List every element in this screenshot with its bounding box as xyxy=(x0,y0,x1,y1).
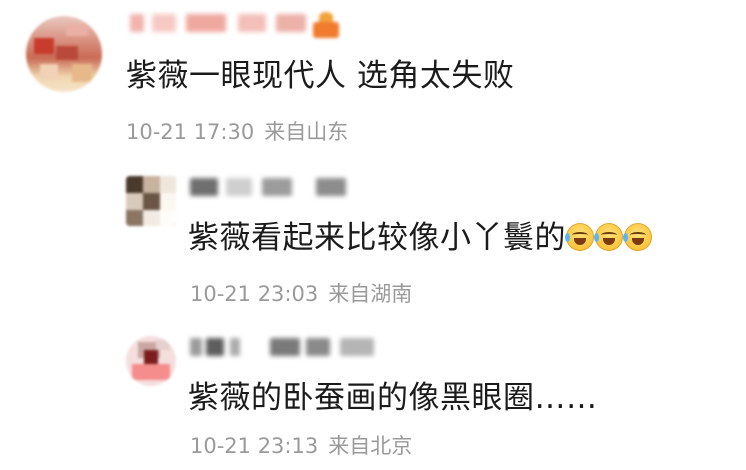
reply-time: 10-21 23:13 xyxy=(190,434,319,458)
laugh-cry-emoji-icon xyxy=(594,223,623,251)
avatar[interactable] xyxy=(26,16,102,92)
reply-location: 来自湖南 xyxy=(328,282,413,306)
comment-text: 紫薇一眼现代人 选角太失败 xyxy=(126,58,515,94)
comment-meta: 10-21 17:30 来自山东 xyxy=(126,116,348,146)
user-badge-icon xyxy=(313,12,339,38)
reply-location: 来自北京 xyxy=(328,434,413,458)
comment-time: 10-21 17:30 xyxy=(126,120,255,144)
reply-time: 10-21 23:03 xyxy=(190,282,319,306)
username-blurred[interactable] xyxy=(130,14,310,32)
avatar[interactable] xyxy=(126,176,176,226)
username-blurred[interactable] xyxy=(190,338,380,356)
comment-location: 来自山东 xyxy=(264,120,349,144)
laugh-cry-emoji-icon xyxy=(565,223,594,251)
reply-text: 紫薇看起来比较像小丫鬟的 xyxy=(188,212,653,257)
username-blurred[interactable] xyxy=(190,178,350,196)
reply-meta: 10-21 23:13 来自北京 xyxy=(190,430,412,460)
avatar[interactable] xyxy=(126,336,176,386)
reply-text-content: 紫薇看起来比较像小丫鬟的 xyxy=(188,220,566,256)
reply-text: 紫薇的卧蚕画的像黑眼圈…… xyxy=(188,380,598,416)
reply-meta: 10-21 23:03 来自湖南 xyxy=(190,278,412,308)
laugh-cry-emoji-icon xyxy=(623,223,652,251)
